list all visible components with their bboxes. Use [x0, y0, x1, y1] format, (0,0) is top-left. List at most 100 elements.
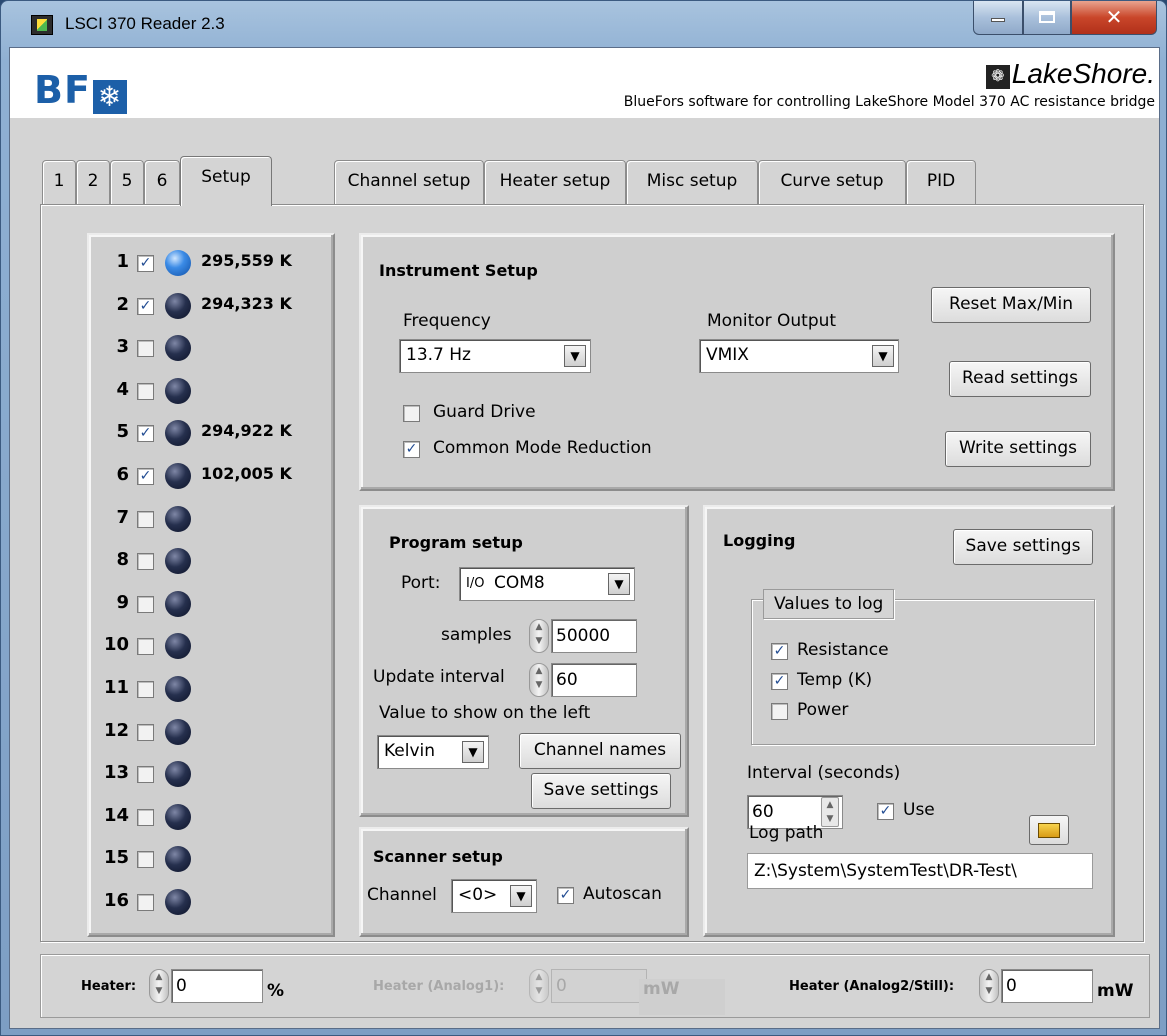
channel-checkbox[interactable]: [137, 382, 154, 400]
heater-analog2-spinner[interactable]: ▲ ▼: [979, 969, 999, 1003]
banner-subtitle: BlueFors software for controlling LakeSh…: [623, 94, 1155, 110]
monitor-output-dropdown[interactable]: VMIX ▼: [699, 339, 899, 373]
update-interval-spinner[interactable]: ▲ ▼: [529, 663, 549, 697]
app-icon: [31, 15, 53, 35]
channel-checkbox[interactable]: [137, 723, 154, 741]
channel-checkbox[interactable]: [137, 681, 154, 698]
channel-number: 13: [103, 762, 129, 784]
channel-number: 9: [116, 591, 129, 613]
common-mode-reduction-checkbox[interactable]: ✓: [403, 441, 420, 458]
heater-input[interactable]: 0: [171, 969, 263, 1003]
program-save-settings-button[interactable]: Save settings: [531, 773, 671, 809]
reset-max-min-button[interactable]: Reset Max/Min: [931, 287, 1091, 323]
channel-indicator-led: [165, 548, 191, 575]
read-settings-button[interactable]: Read settings: [949, 361, 1091, 397]
heater-spinner[interactable]: ▲ ▼: [149, 969, 169, 1003]
tab-pid[interactable]: PID: [906, 160, 976, 204]
channel-number: 7: [116, 506, 129, 528]
heater-analog1-spinner: ▲ ▼: [529, 969, 549, 1003]
minimize-button[interactable]: [973, 1, 1023, 35]
channel-number: 12: [103, 719, 129, 741]
io-icon: I/O: [466, 576, 485, 591]
channel-names-button[interactable]: Channel names: [519, 733, 681, 769]
channel-row: 15: [89, 839, 349, 881]
instrument-setup-title: Instrument Setup: [379, 261, 538, 280]
scanner-channel-value: <0>: [458, 885, 498, 905]
port-dropdown[interactable]: I/O COM8 ▼: [459, 567, 635, 601]
port-label: Port:: [401, 573, 441, 593]
value-to-show-value: Kelvin: [384, 741, 436, 761]
heater-analog1-unit: mW: [639, 979, 725, 1015]
use-checkbox[interactable]: ✓: [877, 803, 894, 820]
guard-drive-label: Guard Drive: [433, 402, 536, 422]
autoscan-label: Autoscan: [583, 884, 662, 904]
tab-curve-setup[interactable]: Curve setup: [758, 160, 906, 204]
bluefors-logo: BF ❄: [34, 68, 127, 114]
channel-checkbox[interactable]: [137, 851, 154, 869]
channel-indicator-led: [165, 505, 191, 532]
samples-input[interactable]: 50000: [551, 619, 637, 653]
channel-indicator-led: [165, 803, 191, 830]
channel-checkbox[interactable]: [137, 510, 154, 528]
common-mode-reduction-label: Common Mode Reduction: [433, 438, 652, 458]
guard-drive-checkbox[interactable]: [403, 405, 420, 422]
heater-analog2-input[interactable]: 0: [1001, 969, 1093, 1003]
logging-panel: Logging Save settings Values to log ✓ Re…: [703, 505, 1115, 937]
channel-number: 1: [116, 251, 129, 272]
channel-checkbox[interactable]: ✓: [137, 297, 154, 315]
tab-2[interactable]: 2: [76, 160, 110, 204]
temp-checkbox[interactable]: ✓: [771, 673, 788, 690]
channel-checkbox[interactable]: ✓: [137, 425, 154, 443]
scanner-channel-label: Channel: [367, 885, 437, 905]
write-settings-button[interactable]: Write settings: [945, 431, 1091, 467]
value-to-show-dropdown[interactable]: Kelvin ▼: [377, 735, 489, 769]
chevron-down-icon: ▼: [510, 885, 532, 907]
maximize-button[interactable]: [1023, 1, 1071, 35]
scanner-channel-dropdown[interactable]: <0> ▼: [451, 879, 537, 913]
port-value: COM8: [494, 573, 545, 593]
samples-spinner[interactable]: ▲ ▼: [529, 619, 549, 653]
power-checkbox[interactable]: [771, 703, 788, 720]
channel-checkbox[interactable]: [137, 553, 154, 571]
channel-indicator-led: [165, 250, 191, 276]
tab-setup[interactable]: Setup: [180, 156, 272, 206]
tab-5[interactable]: 5: [110, 160, 144, 204]
channel-checkbox[interactable]: [137, 638, 154, 656]
chevron-down-icon: ▼: [608, 573, 630, 595]
autoscan-checkbox[interactable]: ✓: [557, 887, 574, 904]
channel-row: 8: [89, 541, 349, 583]
channel-checkbox[interactable]: [137, 808, 154, 826]
tab-1[interactable]: 1: [42, 160, 76, 204]
channel-indicator-led: [165, 761, 191, 788]
update-interval-label: Update interval: [373, 667, 505, 687]
tab-misc-setup[interactable]: Misc setup: [626, 160, 758, 204]
close-button[interactable]: ✕: [1071, 1, 1157, 35]
tab-heater-setup[interactable]: Heater setup: [484, 160, 626, 204]
frequency-dropdown[interactable]: 13.7 Hz ▼: [399, 339, 591, 373]
chevron-down-icon: ▼: [872, 345, 894, 367]
update-interval-input[interactable]: 60: [551, 663, 637, 697]
channel-checkbox[interactable]: [137, 766, 154, 784]
frequency-value: 13.7 Hz: [406, 345, 471, 365]
temp-label: Temp (K): [797, 670, 873, 690]
app-window: LSCI 370 Reader 2.3 ✕ BF ❄ ❁ LakeShore. Bl…: [0, 0, 1167, 1036]
channel-checkbox[interactable]: [137, 894, 154, 911]
channel-number: 8: [116, 549, 129, 571]
logging-title: Logging: [723, 531, 796, 550]
title-bar[interactable]: LSCI 370 Reader 2.3 ✕: [1, 1, 1166, 47]
channel-row: 13: [89, 754, 349, 796]
tab-6[interactable]: 6: [144, 160, 180, 204]
channel-checkbox[interactable]: [137, 340, 154, 358]
channel-row: 1 ✓ 295,559 K: [89, 243, 349, 285]
tab-channel-setup[interactable]: Channel setup: [334, 160, 484, 204]
log-path-input[interactable]: Z:\System\SystemTest\DR-Test\: [747, 853, 1093, 889]
channel-checkbox[interactable]: ✓: [137, 255, 154, 272]
channel-indicator-led: [165, 846, 191, 873]
channel-checkbox[interactable]: [137, 595, 154, 613]
channel-checkbox[interactable]: ✓: [137, 468, 154, 485]
browse-folder-button[interactable]: [1029, 815, 1069, 845]
channel-indicator-led: [165, 292, 191, 319]
logging-save-settings-button[interactable]: Save settings: [953, 529, 1093, 565]
interval-spinner[interactable]: ▲ ▼: [821, 797, 839, 827]
resistance-checkbox[interactable]: ✓: [771, 643, 788, 660]
